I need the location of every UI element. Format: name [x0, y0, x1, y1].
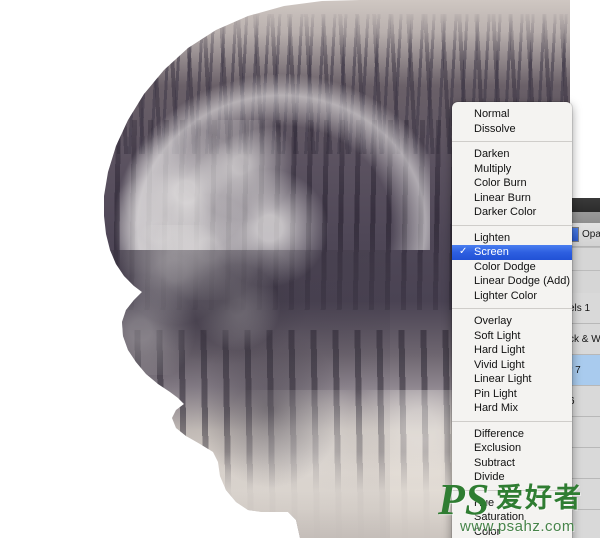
layer-name: els 1 — [569, 303, 591, 314]
menu-item-darken[interactable]: Darken — [452, 147, 572, 162]
menu-item-label: Hard Light — [474, 344, 525, 356]
menu-item-soft-light[interactable]: Soft Light — [452, 329, 572, 344]
menu-item-hard-mix[interactable]: Hard Mix — [452, 401, 572, 416]
menu-item-screen[interactable]: ✓ Screen — [452, 245, 572, 260]
checkmark-icon: ✓ — [459, 246, 468, 257]
face-profile-shading — [90, 250, 390, 538]
menu-item-label: Color Burn — [474, 177, 527, 189]
menu-item-darker-color[interactable]: Darker Color — [452, 205, 572, 220]
skull-rim-light — [100, 0, 430, 250]
options-bar-dark — [570, 198, 600, 212]
menu-item-linear-dodge-add[interactable]: Linear Dodge (Add) — [452, 274, 572, 289]
menu-item-label: Color — [474, 525, 501, 538]
menu-separator — [452, 141, 572, 142]
layers-panel[interactable]: Opac els 1 ck & W r 7 6 — [569, 223, 600, 538]
menu-item-vivid-light[interactable]: Vivid Light — [452, 358, 572, 373]
layer-row[interactable] — [571, 479, 600, 510]
menu-item-color-dodge[interactable]: Color Dodge — [452, 260, 572, 275]
layer-row-selected[interactable]: r 7 — [569, 355, 600, 386]
menu-item-label: Darker Color — [474, 206, 537, 218]
menu-item-label: Subtract — [474, 456, 515, 469]
menu-item-label: Hard Mix — [474, 402, 519, 414]
menu-item-label: Linear Dodge (Add) — [474, 275, 571, 287]
menu-item-hard-light[interactable]: Hard Light — [452, 343, 572, 358]
options-bar-light — [570, 212, 600, 223]
menu-bar-sliver — [570, 0, 600, 198]
menu-item-linear-light[interactable]: Linear Light — [452, 372, 572, 387]
menu-item-label: Pin Light — [474, 387, 517, 400]
menu-item-label: Saturation — [474, 511, 525, 523]
menu-item-label: Linear Burn — [474, 191, 531, 204]
opacity-row[interactable]: Opac — [571, 223, 600, 247]
layer-row[interactable]: 6 — [569, 386, 600, 417]
photoshop-screenshot: Opac els 1 ck & W r 7 6 Normal — [0, 0, 600, 538]
menu-item-saturation[interactable]: Saturation — [452, 510, 572, 525]
panel-divider — [571, 247, 600, 248]
menu-item-label: Linear Light — [474, 373, 532, 385]
menu-item-linear-burn[interactable]: Linear Burn — [452, 191, 572, 206]
layer-row[interactable] — [571, 417, 600, 448]
layer-row[interactable] — [571, 448, 600, 479]
menu-item-label: Color Dodge — [474, 260, 536, 273]
menu-item-label: Darken — [474, 148, 510, 160]
blend-mode-swatch[interactable] — [571, 227, 579, 242]
menu-separator — [452, 224, 572, 226]
menu-item-lighter-color[interactable]: Lighter Color — [452, 289, 572, 304]
layer-row[interactable]: ck & W — [569, 324, 600, 355]
menu-item-label: Screen — [474, 246, 509, 258]
menu-item-label: Exclusion — [474, 442, 522, 454]
menu-item-label: Lighten — [474, 231, 511, 244]
menu-item-color[interactable]: Color — [452, 525, 572, 538]
menu-item-pin-light[interactable]: Pin Light — [452, 387, 572, 402]
photoshop-ui-strip: Opac els 1 ck & W r 7 6 — [569, 0, 600, 538]
menu-item-label: Soft Light — [474, 329, 521, 342]
opacity-label: Opac — [582, 229, 600, 240]
menu-item-subtract[interactable]: Subtract — [452, 456, 572, 471]
menu-item-divide[interactable]: Divide — [452, 470, 572, 485]
menu-separator — [452, 420, 572, 422]
menu-separator — [452, 308, 572, 309]
blending-mode-menu[interactable]: Normal Dissolve Darken Multiply Color Bu… — [452, 102, 572, 538]
menu-item-hue[interactable]: Hue — [452, 496, 572, 511]
menu-item-exclusion[interactable]: Exclusion — [452, 441, 572, 456]
menu-item-color-burn[interactable]: Color Burn — [452, 176, 572, 191]
menu-separator — [452, 489, 572, 491]
menu-item-difference[interactable]: Difference — [452, 427, 572, 442]
layer-row[interactable] — [571, 510, 600, 538]
menu-item-label: Dissolve — [474, 122, 516, 135]
menu-item-multiply[interactable]: Multiply — [452, 162, 572, 177]
menu-item-label: Lighter Color — [474, 289, 537, 302]
menu-item-label: Multiply — [474, 162, 512, 175]
menu-item-label: Divide — [474, 471, 505, 483]
layer-name: ck & W — [569, 334, 600, 345]
menu-item-label: Vivid Light — [474, 358, 525, 371]
layer-row[interactable]: els 1 — [569, 293, 600, 324]
menu-item-overlay[interactable]: Overlay — [452, 314, 572, 329]
menu-item-normal[interactable]: Normal — [452, 107, 572, 122]
menu-item-label: Hue — [474, 496, 495, 509]
panel-divider — [571, 270, 600, 271]
menu-item-lighten[interactable]: Lighten — [452, 231, 572, 246]
menu-item-dissolve[interactable]: Dissolve — [452, 122, 572, 137]
menu-item-label: Difference — [474, 427, 524, 440]
menu-item-label: Normal — [474, 108, 510, 120]
menu-item-label: Overlay — [474, 315, 512, 327]
